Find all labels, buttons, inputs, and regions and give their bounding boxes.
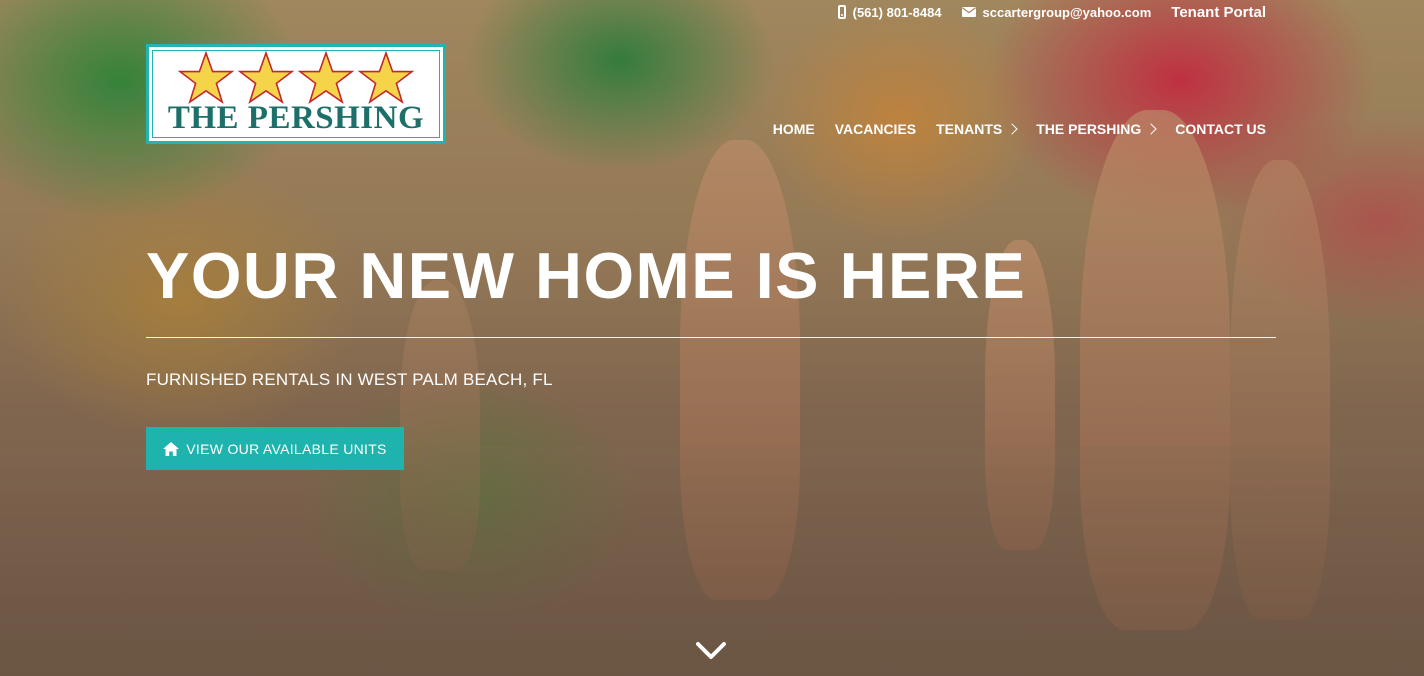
star-icon: [237, 51, 295, 104]
nav-item-vacancies[interactable]: VACANCIES: [835, 121, 916, 137]
nav-item-label: THE PERSHING: [1036, 121, 1142, 137]
nav-item-label: HOME: [772, 121, 815, 137]
view-units-label: VIEW OUR AVAILABLE UNITS: [186, 440, 387, 457]
hero-headline: YOUR NEW HOME IS HERE: [146, 239, 1027, 312]
chevron-down-icon[interactable]: [695, 638, 727, 664]
phone-number: (561) 801-8484: [852, 4, 942, 20]
email-link[interactable]: sccartergroup@yahoo.com: [961, 4, 1152, 20]
phone-link[interactable]: (561) 801-8484: [837, 4, 942, 20]
chevron-right-icon: [1145, 123, 1157, 135]
hero-divider: [146, 337, 1276, 338]
top-contact-bar: (561) 801-8484 sccartergroup@yahoo.com T…: [837, 3, 1266, 21]
site-logo[interactable]: THE PERSHING: [146, 44, 446, 144]
nav-item-label: CONTACT US: [1175, 121, 1266, 137]
logo-stars: [149, 51, 443, 105]
view-units-button[interactable]: VIEW OUR AVAILABLE UNITS: [146, 427, 404, 470]
logo-text: THE PERSHING: [167, 100, 425, 136]
home-icon: [163, 441, 180, 456]
main-nav: HOME VACANCIES TENANTS THE PERSHING CONT…: [773, 121, 1266, 137]
email-address: sccartergroup@yahoo.com: [982, 4, 1152, 20]
hero-subheadline: FURNISHED RENTALS IN WEST PALM BEACH, FL: [146, 370, 553, 389]
nav-item-tenants[interactable]: TENANTS: [936, 121, 1018, 137]
tenant-portal-link[interactable]: Tenant Portal: [1171, 4, 1266, 21]
hero-section: (561) 801-8484 sccartergroup@yahoo.com T…: [0, 0, 1424, 676]
mail-icon: [961, 7, 976, 17]
nav-item-the-pershing[interactable]: THE PERSHING: [1036, 121, 1157, 137]
phone-icon: [837, 5, 846, 19]
nav-item-label: TENANTS: [936, 121, 1003, 137]
star-icon: [297, 51, 355, 104]
star-icon: [357, 51, 415, 104]
chevron-right-icon: [1006, 123, 1018, 135]
nav-item-contact-us[interactable]: CONTACT US: [1175, 121, 1266, 137]
tenant-portal-label: Tenant Portal: [1171, 3, 1266, 21]
nav-item-home[interactable]: HOME: [773, 121, 815, 137]
nav-item-label: VACANCIES: [834, 121, 917, 137]
star-icon: [177, 51, 235, 104]
